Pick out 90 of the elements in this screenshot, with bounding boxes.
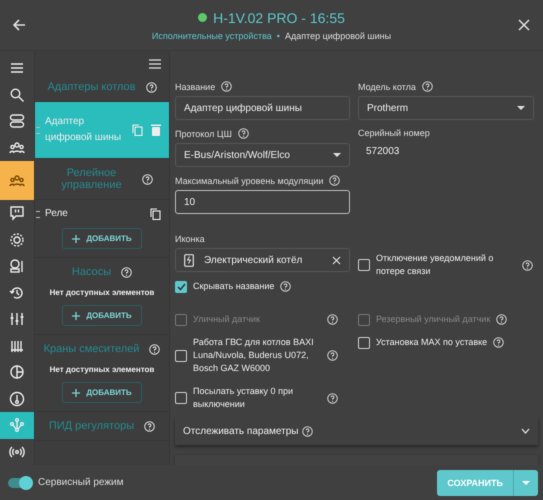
back-arrow-icon bbox=[12, 18, 26, 32]
help-icon[interactable] bbox=[149, 344, 160, 354]
device-title: H-1V.02 PRO - 16:55 bbox=[213, 10, 345, 26]
sensor-icon bbox=[9, 258, 25, 274]
electric-boiler-icon bbox=[184, 254, 194, 266]
sliders-icon bbox=[9, 311, 25, 328]
checkbox-label: Посылать уставку 0 при выключении bbox=[193, 385, 294, 411]
clear-icon[interactable] bbox=[332, 256, 341, 264]
section-title: Релейное управление bbox=[60, 167, 123, 191]
protocol-select[interactable]: E-Bus/Ariston/Wolf/Elco bbox=[175, 143, 350, 167]
serial-number: 572003 bbox=[365, 145, 400, 159]
add-button[interactable]: ДОБАВИТЬ bbox=[62, 305, 142, 326]
icon-select[interactable]: Электрический котёл bbox=[175, 248, 350, 272]
gear-icon bbox=[9, 232, 25, 248]
list-menu-button[interactable] bbox=[149, 59, 161, 69]
checkbox[interactable] bbox=[175, 350, 187, 362]
help-icon[interactable] bbox=[493, 337, 504, 348]
help-icon[interactable] bbox=[496, 314, 508, 325]
checkbox[interactable] bbox=[175, 280, 187, 292]
help-icon[interactable] bbox=[522, 260, 533, 270]
empty-message: Нет доступных элементов bbox=[48, 287, 156, 299]
name-field[interactable]: Адаптер цифровой шины bbox=[175, 96, 350, 120]
help-icon[interactable] bbox=[280, 281, 292, 292]
toggle-label: Сервисный режим bbox=[38, 477, 124, 488]
help-icon[interactable] bbox=[144, 420, 156, 432]
checkbox[interactable] bbox=[358, 336, 370, 348]
pie-icon bbox=[9, 364, 25, 380]
field-label: Протокол ЦШ bbox=[175, 128, 232, 138]
save-options-button[interactable] bbox=[513, 470, 538, 496]
rail-team-button[interactable] bbox=[0, 160, 34, 200]
add-button[interactable]: ДОБАВИТЬ bbox=[62, 382, 142, 403]
help-icon[interactable] bbox=[121, 266, 132, 278]
status-dot bbox=[198, 13, 208, 22]
help-icon[interactable] bbox=[327, 350, 338, 361]
group-icon bbox=[9, 140, 25, 156]
checkbox-label: Установка MAX по уставке bbox=[376, 336, 488, 349]
checkbox-label: Скрывать название bbox=[193, 280, 274, 293]
service-mode-toggle[interactable] bbox=[8, 478, 32, 488]
help-icon[interactable] bbox=[221, 81, 232, 92]
search-icon bbox=[9, 86, 25, 103]
field-label: Максимальный уровень модуляции bbox=[175, 176, 324, 186]
copy-icon[interactable] bbox=[150, 208, 161, 220]
checkbox[interactable] bbox=[358, 259, 370, 271]
add-button[interactable]: ДОБАВИТЬ bbox=[62, 228, 142, 249]
plus-icon bbox=[72, 234, 80, 242]
empty-message: Нет доступных элементов bbox=[48, 364, 156, 376]
signal-icon bbox=[9, 444, 25, 460]
help-icon[interactable] bbox=[142, 174, 152, 184]
checkbox[interactable] bbox=[175, 392, 187, 404]
menu-icon bbox=[149, 59, 161, 69]
section-title: Насосы bbox=[72, 266, 112, 278]
module-icon bbox=[9, 113, 25, 130]
help-icon[interactable] bbox=[422, 81, 433, 92]
help-icon[interactable] bbox=[146, 82, 157, 92]
breadcrumb-link[interactable]: Исполнительные устройства bbox=[152, 30, 272, 40]
network-icon bbox=[9, 417, 25, 434]
checkbox-label: Отключение уведомлений о потере связи bbox=[376, 252, 494, 278]
field-label: Иконка bbox=[175, 234, 205, 244]
breadcrumb-current: Адаптер цифровой шины bbox=[284, 30, 392, 40]
checkbox-label: Резервный уличный датчик bbox=[376, 313, 490, 326]
track-parameters-panel[interactable]: Отслеживать параметры bbox=[175, 417, 538, 445]
checkbox-label: Работа ГВС для котлов BAXI Luna/Nuvola, Buderus U072, Bosch GAZ W6000 bbox=[193, 336, 315, 375]
plus-icon bbox=[72, 388, 80, 396]
drag-handle-icon[interactable] bbox=[36, 126, 40, 134]
chevron-icon bbox=[521, 428, 530, 434]
help-icon[interactable] bbox=[327, 314, 338, 325]
field-label: Модель котла bbox=[358, 82, 416, 92]
help-icon[interactable] bbox=[302, 426, 314, 436]
help-icon[interactable] bbox=[327, 392, 338, 404]
help-icon[interactable] bbox=[238, 128, 249, 139]
team-icon bbox=[9, 172, 25, 189]
section-title: Адаптеры котлов bbox=[47, 81, 136, 93]
dropdown-icon bbox=[517, 106, 525, 110]
section-title: ПИД регуляторы bbox=[48, 420, 134, 432]
history-icon bbox=[9, 284, 25, 301]
dropdown-icon bbox=[522, 480, 530, 484]
dropdown-icon bbox=[333, 153, 341, 157]
modulation-field[interactable]: 10 bbox=[175, 190, 350, 214]
field-label: Название bbox=[175, 82, 216, 92]
boiler-model-select[interactable]: Protherm bbox=[358, 96, 534, 120]
alert-icon bbox=[9, 205, 25, 222]
field-label: Серийный номер bbox=[358, 128, 430, 138]
breadcrumb-separator: • bbox=[276, 30, 280, 40]
close-icon bbox=[518, 19, 530, 31]
section-title: Краны смесителей bbox=[44, 343, 140, 355]
checkbox-label: Уличный датчик bbox=[193, 313, 261, 326]
help-icon[interactable] bbox=[329, 175, 340, 186]
thermometer-icon bbox=[9, 390, 25, 407]
plus-icon bbox=[72, 312, 80, 320]
list-item[interactable]: Реле bbox=[35, 199, 169, 228]
